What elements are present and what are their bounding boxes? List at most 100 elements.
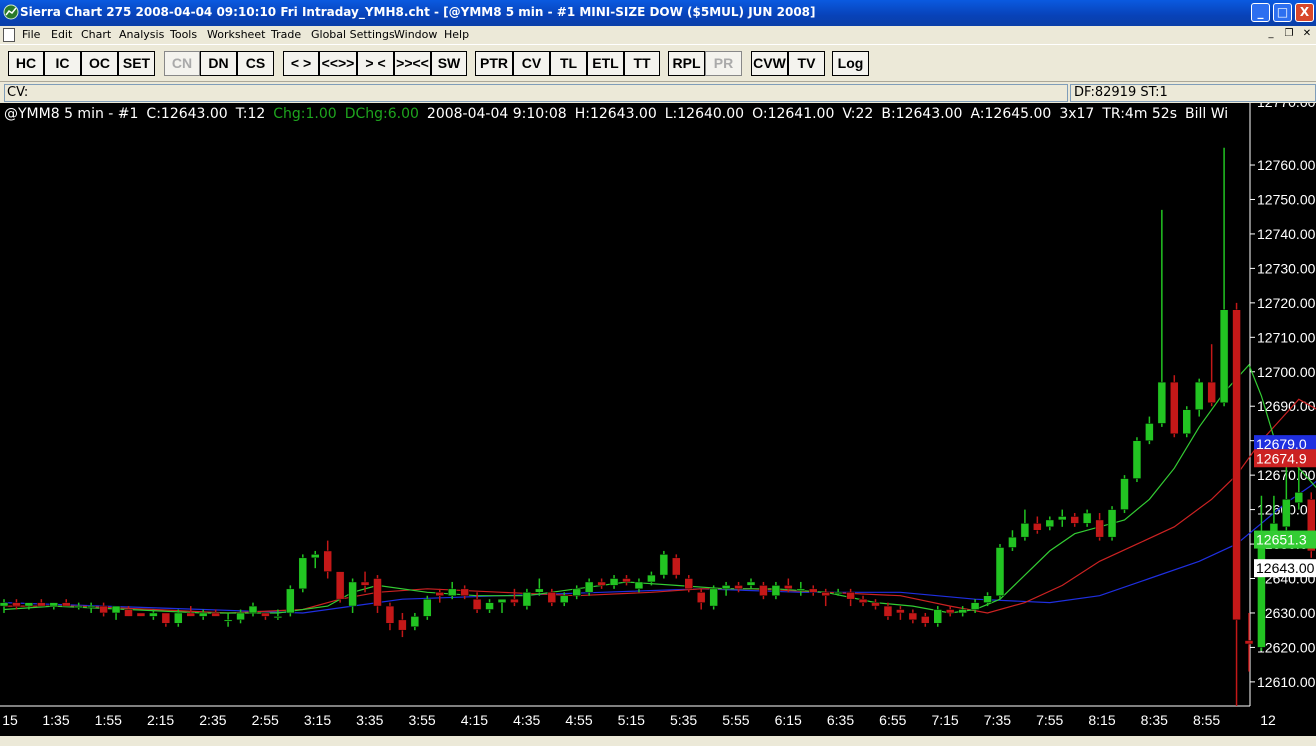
candle-body [1033, 523, 1042, 531]
candle-body [833, 592, 843, 595]
candle-body [1058, 516, 1067, 521]
sw-button[interactable]: SW [431, 51, 467, 76]
price-tick-label: 12700.00 [1257, 364, 1316, 380]
time-tick-label: 8:55 [1193, 712, 1220, 728]
candle-body [1107, 509, 1117, 538]
candle-body [995, 547, 1005, 596]
document-icon[interactable] [3, 28, 15, 42]
candle-body [286, 588, 295, 614]
oc-button[interactable]: OC [81, 51, 118, 76]
mdi-close-icon[interactable]: ✕ [1300, 28, 1314, 41]
time-tick-label: 7:15 [931, 712, 958, 728]
chart-area[interactable]: 12760.00 12750.00 12740.00 12730.00 12720.00… [0, 103, 1316, 746]
candle-body [398, 619, 407, 631]
candle-body [161, 612, 171, 624]
candle-body [746, 581, 756, 586]
candle-body [1282, 499, 1291, 528]
menu-chart[interactable]: Chart [81, 28, 111, 41]
candle-body [373, 578, 382, 607]
candle-body [958, 609, 967, 614]
price-chart[interactable]: 12760.00 12750.00 12740.00 12730.00 12720.00… [0, 103, 1316, 736]
candle-body [460, 588, 469, 596]
close-button[interactable]: X [1295, 3, 1314, 22]
cn-button[interactable]: CN [164, 51, 200, 76]
menu-trade[interactable]: Trade [271, 28, 301, 41]
zoom-in-button[interactable]: > < [357, 51, 394, 76]
candle-body [535, 588, 544, 593]
candle-body [908, 612, 918, 621]
ptr-button[interactable]: PTR [475, 51, 513, 76]
set-button[interactable]: SET [118, 51, 155, 76]
candle-body [1294, 492, 1304, 503]
menu-global-settings[interactable]: Global Settings [311, 28, 395, 41]
candle-body [1182, 409, 1191, 435]
cs-button[interactable]: CS [237, 51, 274, 76]
tv-button[interactable]: TV [788, 51, 825, 76]
time-tick-label: 4:15 [461, 712, 488, 728]
rpl-button[interactable]: RPL [668, 51, 705, 76]
zoom-out-more-button[interactable]: <<>> [319, 51, 357, 76]
tt-button[interactable]: TT [624, 51, 660, 76]
candle-body [1232, 309, 1241, 621]
hc-button[interactable]: HC [8, 51, 44, 76]
candle-body [1194, 381, 1204, 410]
mdi-minimize-icon[interactable]: _ [1264, 28, 1278, 41]
status-size: 3x17 [1059, 106, 1095, 122]
tl-button[interactable]: TL [550, 51, 587, 76]
maximize-button[interactable]: □ [1273, 3, 1292, 22]
candle-body [298, 557, 308, 590]
candle-body [86, 605, 96, 608]
zoom-in-more-button[interactable]: >><< [394, 51, 431, 76]
status-close: C:12643.00 [146, 106, 228, 122]
candle-body [696, 592, 706, 603]
candle-body [124, 609, 133, 617]
price-tick-label: 12770.00 [1257, 103, 1316, 110]
cv-field[interactable]: CV: [4, 84, 1068, 102]
ic-button[interactable]: IC [44, 51, 81, 76]
candle-body [684, 578, 693, 590]
candle-body [759, 585, 768, 596]
candle-body [1020, 523, 1030, 538]
zoom-out-button[interactable]: < > [283, 51, 319, 76]
menu-edit[interactable]: Edit [51, 28, 72, 41]
log-button[interactable]: Log [832, 51, 869, 76]
price-tick-label: 12730.00 [1257, 260, 1316, 276]
menu-tools[interactable]: Tools [170, 28, 197, 41]
candle-body [49, 602, 59, 607]
pr-button[interactable]: PR [705, 51, 742, 76]
bottom-edge [0, 736, 1316, 746]
time-tick-label: 1:55 [95, 712, 122, 728]
time-tick-label: 5:55 [722, 712, 749, 728]
status-ticks: T:12 [235, 106, 266, 122]
menu-window[interactable]: Window [394, 28, 437, 41]
status-datetime: 2008-04-04 9:10:08 [426, 106, 567, 122]
candle-body [983, 595, 992, 603]
menu-worksheet[interactable]: Worksheet [207, 28, 265, 41]
menu-analysis[interactable]: Analysis [119, 28, 164, 41]
candle-body [1045, 519, 1055, 528]
menu-help[interactable]: Help [444, 28, 469, 41]
dn-button[interactable]: DN [200, 51, 237, 76]
candle-body [871, 602, 880, 607]
minimize-button[interactable]: _ [1251, 3, 1270, 22]
candle-body [945, 609, 955, 614]
cv-button[interactable]: CV [513, 51, 550, 76]
menu-file[interactable]: File [22, 28, 40, 41]
candle-body [896, 609, 905, 614]
time-tick-label: 1:35 [42, 712, 69, 728]
candle-body [497, 598, 507, 603]
candle-body [1145, 423, 1154, 441]
candle-body [821, 592, 830, 596]
cvw-button[interactable]: CVW [751, 51, 788, 76]
candle-body [311, 554, 320, 559]
candle-body [248, 605, 258, 614]
price-tick-label: 12740.00 [1257, 226, 1316, 242]
candle-body [223, 619, 233, 622]
candle-body [360, 581, 370, 586]
mdi-restore-icon[interactable]: ❐ [1282, 28, 1296, 41]
etl-button[interactable]: ETL [587, 51, 624, 76]
candle-body [136, 612, 146, 617]
candle-body [510, 598, 519, 603]
candle-body [647, 574, 656, 583]
ma-red-line [4, 398, 1316, 614]
